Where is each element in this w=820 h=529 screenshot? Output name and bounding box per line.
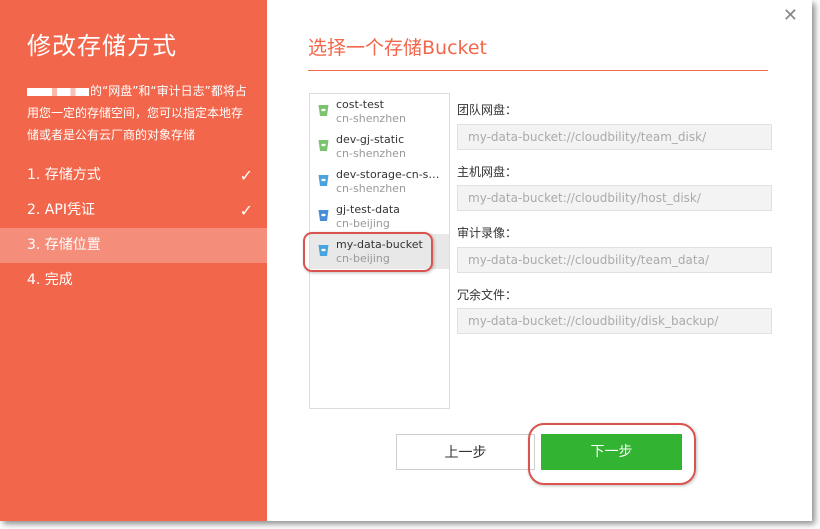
- next-button[interactable]: 下一步: [541, 434, 682, 470]
- team-disk-label: 团队网盘：: [457, 103, 518, 117]
- bucket-item-my-data-bucket[interactable]: my-data-bucket cn-beijing: [310, 234, 449, 269]
- bucket-name: dev-storage-cn-she...: [336, 168, 446, 181]
- bucket-region: cn-shenzhen: [336, 182, 406, 195]
- bucket-icon: [318, 140, 329, 151]
- step-list: 1. 存储方式 ✓ 2. API凭证 ✓ 3. 存储位置 4. 完成: [0, 158, 267, 298]
- host-disk-field[interactable]: [457, 185, 772, 211]
- bucket-list[interactable]: cost-test cn-shenzhen dev-gj-static cn-s…: [309, 93, 450, 409]
- redundant-files-field[interactable]: [457, 308, 772, 334]
- step-label: 4. 完成: [27, 272, 73, 288]
- bucket-region: cn-shenzhen: [336, 147, 406, 160]
- step-storage-method[interactable]: 1. 存储方式 ✓: [0, 158, 267, 193]
- bucket-name: my-data-bucket: [336, 238, 423, 251]
- step-label: 2. API凭证: [27, 202, 95, 218]
- check-icon: ✓: [239, 201, 253, 220]
- audit-recording-field[interactable]: [457, 247, 772, 273]
- bucket-region: cn-beijing: [336, 252, 390, 265]
- step-complete[interactable]: 4. 完成: [0, 263, 267, 298]
- previous-button[interactable]: 上一步: [396, 434, 535, 470]
- bucket-region: cn-shenzhen: [336, 112, 406, 125]
- bucket-icon: [318, 245, 329, 256]
- left-panel: 修改存储方式 的“网盘”和“审计日志”都将占用您一定的存储空间，您可以指定本地存…: [0, 0, 267, 521]
- step-label: 1. 存储方式: [27, 167, 101, 183]
- audit-recording-label: 审计录像：: [457, 226, 518, 240]
- storage-dialog: 修改存储方式 的“网盘”和“审计日志”都将占用您一定的存储空间，您可以指定本地存…: [0, 0, 812, 521]
- redacted-product-name: [27, 87, 89, 96]
- step-storage-location[interactable]: 3. 存储位置: [0, 228, 267, 263]
- section-title: 选择一个存储Bucket: [308, 37, 487, 59]
- dialog-title: 修改存储方式: [27, 32, 177, 60]
- bucket-item-dev-gj-static[interactable]: dev-gj-static cn-shenzhen: [310, 129, 449, 164]
- bucket-item-cost-test[interactable]: cost-test cn-shenzhen: [310, 94, 449, 129]
- team-disk-field[interactable]: [457, 124, 772, 150]
- bucket-item-dev-storage[interactable]: dev-storage-cn-she... cn-shenzhen: [310, 164, 449, 199]
- bucket-icon: [318, 175, 329, 186]
- step-api-credentials[interactable]: 2. API凭证 ✓: [0, 193, 267, 228]
- step-label: 3. 存储位置: [27, 237, 101, 253]
- redundant-files-label: 冗余文件：: [457, 288, 518, 302]
- bucket-name: dev-gj-static: [336, 133, 405, 146]
- bucket-icon: [318, 105, 329, 116]
- close-icon[interactable]: ✕: [783, 5, 798, 26]
- bucket-region: cn-beijing: [336, 217, 390, 230]
- storage-description: 的“网盘”和“审计日志”都将占用您一定的存储空间，您可以指定本地存储或者是公有云…: [27, 80, 247, 146]
- bucket-name: gj-test-data: [336, 203, 400, 216]
- bucket-item-gj-test-data[interactable]: gj-test-data cn-beijing: [310, 199, 449, 234]
- bucket-icon: [318, 210, 329, 221]
- check-icon: ✓: [239, 166, 253, 185]
- host-disk-label: 主机网盘：: [457, 165, 518, 179]
- title-divider: [308, 70, 768, 71]
- bucket-name: cost-test: [336, 98, 384, 111]
